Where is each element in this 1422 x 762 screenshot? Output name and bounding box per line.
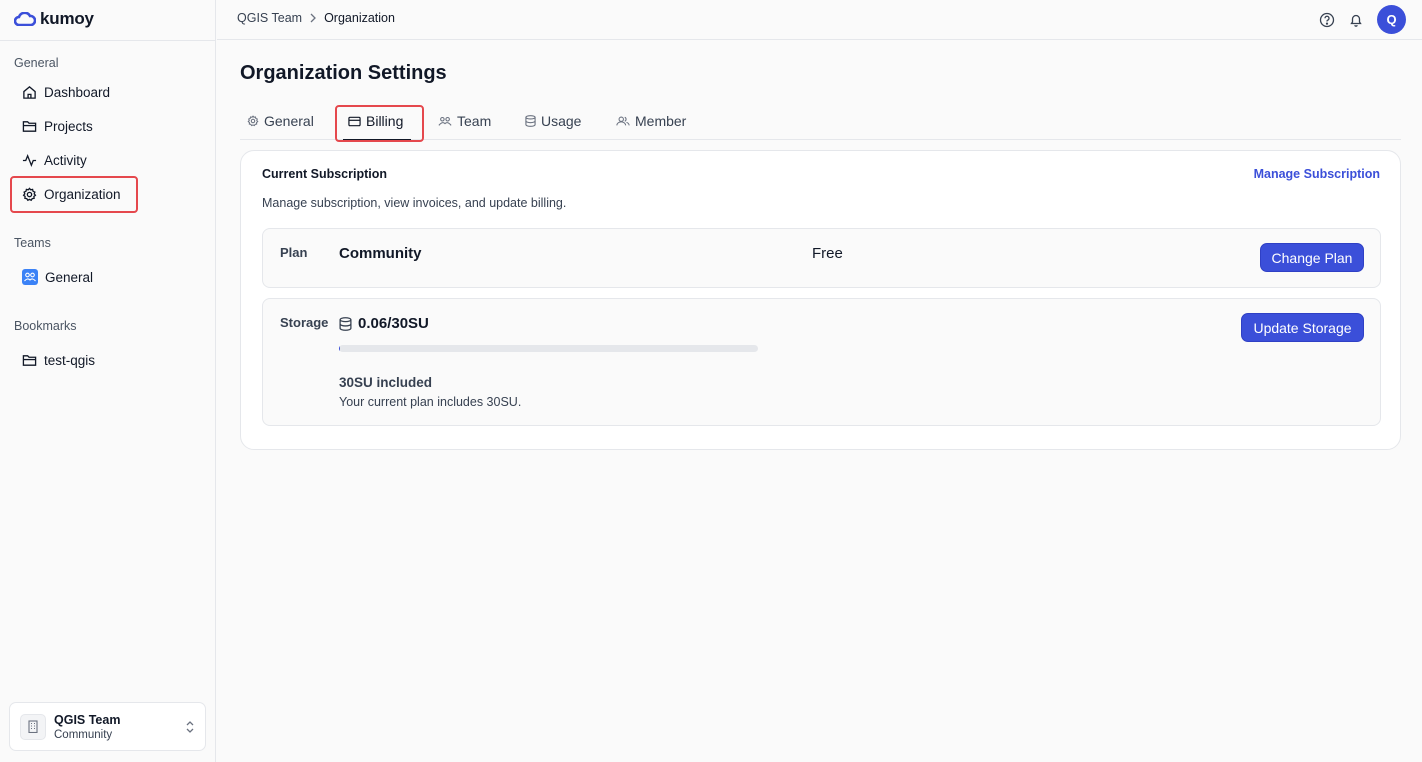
home-icon bbox=[23, 85, 36, 99]
top-bar: QGIS Team Organization Q bbox=[217, 0, 1422, 40]
sidebar-item-label: Projects bbox=[44, 118, 93, 134]
sidebar-item-activity[interactable]: Activity bbox=[22, 147, 87, 173]
gear-icon bbox=[247, 115, 259, 127]
sidebar-item-label: Activity bbox=[44, 152, 87, 168]
tab-label: General bbox=[264, 113, 314, 129]
logo-text: kumoy bbox=[40, 9, 94, 28]
tab-label: Billing bbox=[366, 113, 404, 129]
sidebar-item-dashboard[interactable]: Dashboard bbox=[22, 79, 110, 105]
storage-progress-fill bbox=[339, 345, 340, 352]
sidebar-item-label: General bbox=[45, 269, 94, 285]
tab-label: Member bbox=[635, 113, 687, 129]
team-switcher-name: QGIS Team bbox=[54, 712, 121, 727]
building-icon bbox=[20, 713, 46, 740]
plan-row: Plan Community Free Change Plan bbox=[262, 228, 1381, 288]
breadcrumb: QGIS Team Organization bbox=[237, 11, 395, 25]
sidebar-item-team-general[interactable]: General bbox=[22, 264, 93, 290]
plan-price: Free bbox=[812, 245, 843, 262]
storage-value-text: 0.06/30SU bbox=[358, 315, 429, 332]
breadcrumb-item-organization: Organization bbox=[324, 11, 395, 25]
gear-icon bbox=[22, 186, 37, 201]
tab-label: Team bbox=[457, 113, 492, 129]
sidebar-divider bbox=[0, 40, 216, 41]
subscription-title: Current Subscription bbox=[262, 167, 388, 181]
help-icon[interactable] bbox=[1319, 12, 1335, 28]
top-bar-actions: Q bbox=[1319, 5, 1406, 34]
plan-name: Community bbox=[339, 245, 422, 262]
plan-label: Plan bbox=[280, 245, 308, 260]
sidebar-section-bookmarks: Bookmarks bbox=[14, 319, 77, 333]
chevron-up-down-icon bbox=[186, 720, 194, 733]
sidebar-item-label: Dashboard bbox=[44, 84, 111, 100]
team-switcher-plan: Community bbox=[54, 728, 113, 741]
storage-included-desc: Your current plan includes 30SU. bbox=[339, 395, 522, 409]
team-switcher-text: QGIS Team Community bbox=[54, 713, 120, 741]
database-icon bbox=[525, 115, 536, 127]
team-switcher[interactable]: QGIS Team Community bbox=[9, 702, 206, 751]
subscription-card: Current Subscription Manage Subscription… bbox=[240, 150, 1401, 450]
subscription-description: Manage subscription, view invoices, and … bbox=[262, 196, 567, 210]
tab-team[interactable]: Team bbox=[438, 104, 491, 138]
tab-billing[interactable]: Billing bbox=[348, 104, 403, 138]
update-storage-button[interactable]: Update Storage bbox=[1241, 313, 1364, 342]
settings-tabs: General Billing Team Usage Member bbox=[240, 104, 1401, 140]
tab-label: Usage bbox=[541, 113, 582, 129]
sidebar-section-general: General bbox=[14, 56, 59, 70]
user-avatar[interactable]: Q bbox=[1377, 5, 1406, 34]
sidebar: kumoy General Dashboard Projects Activit… bbox=[0, 0, 216, 762]
cloud-logo-icon bbox=[14, 12, 36, 26]
app-logo[interactable]: kumoy bbox=[14, 8, 94, 30]
team-icon bbox=[22, 269, 38, 285]
sidebar-section-teams: Teams bbox=[14, 236, 51, 250]
active-tab-indicator bbox=[343, 139, 411, 141]
breadcrumb-item-team[interactable]: QGIS Team bbox=[237, 11, 302, 25]
storage-label: Storage bbox=[280, 315, 329, 330]
storage-included-title: 30SU included bbox=[339, 375, 433, 390]
storage-value: 0.06/30SU bbox=[339, 315, 429, 332]
manage-subscription-link[interactable]: Manage Subscription bbox=[1254, 167, 1380, 181]
bell-icon[interactable] bbox=[1348, 12, 1364, 28]
sidebar-item-label: Organization bbox=[44, 186, 121, 202]
sidebar-item-organization[interactable]: Organization bbox=[22, 181, 121, 207]
sidebar-item-label: test-qgis bbox=[44, 352, 96, 368]
database-icon bbox=[339, 316, 352, 331]
change-plan-button[interactable]: Change Plan bbox=[1260, 243, 1364, 272]
page-title: Organization Settings bbox=[240, 62, 447, 84]
tab-general[interactable]: General bbox=[247, 104, 314, 138]
tab-usage[interactable]: Usage bbox=[525, 104, 581, 138]
storage-progress-bar bbox=[339, 345, 758, 352]
storage-row: Storage 0.06/30SU Update Storage 30SU in… bbox=[262, 298, 1381, 426]
users-icon bbox=[616, 116, 630, 126]
sidebar-item-projects[interactable]: Projects bbox=[22, 113, 93, 139]
folder-icon bbox=[22, 354, 37, 366]
credit-card-icon bbox=[348, 116, 361, 126]
sidebar-item-bookmark-test-qgis[interactable]: test-qgis bbox=[22, 347, 95, 373]
activity-icon bbox=[22, 153, 37, 167]
chevron-right-icon bbox=[310, 13, 316, 23]
tab-member[interactable]: Member bbox=[616, 104, 686, 138]
team-icon bbox=[438, 116, 452, 126]
folder-icon bbox=[22, 120, 37, 132]
